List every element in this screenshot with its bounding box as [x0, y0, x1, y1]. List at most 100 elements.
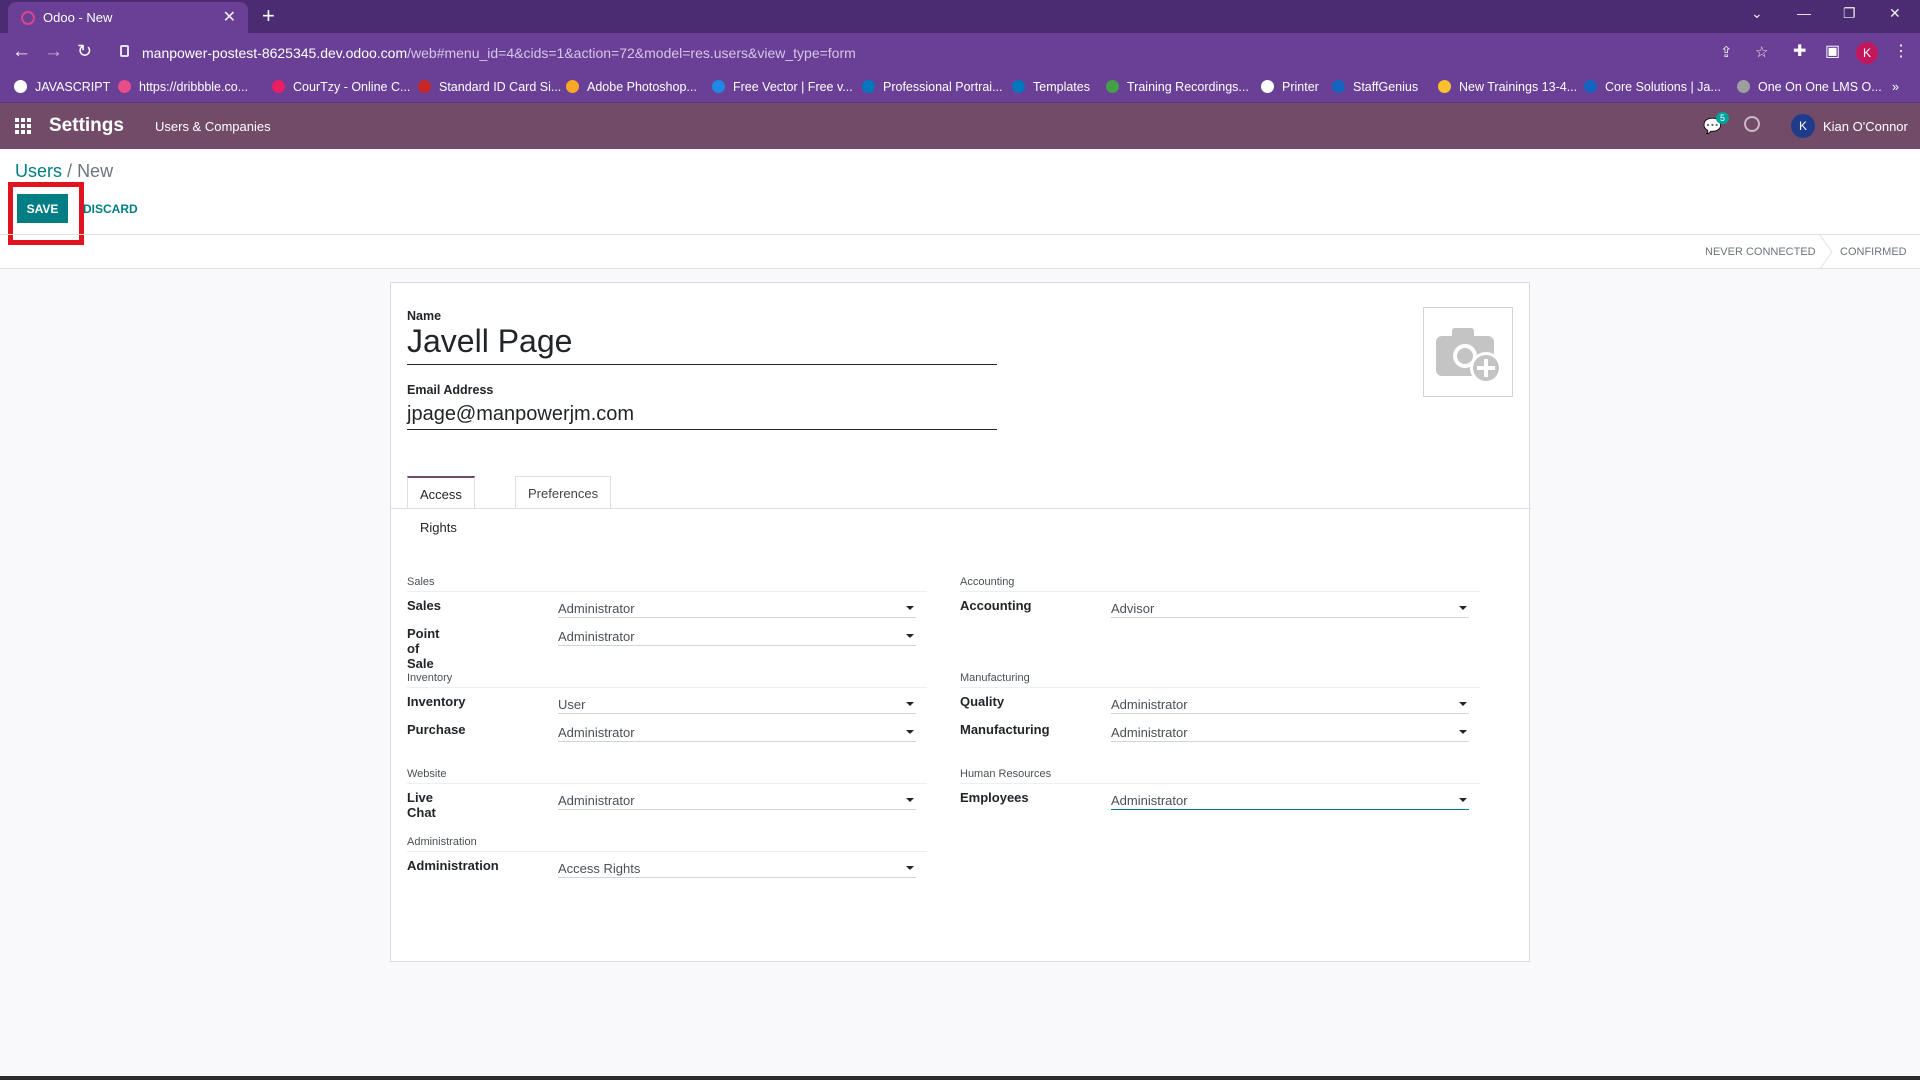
back-icon[interactable]: ← — [12, 41, 31, 63]
bookmark-label: Standard ID Card Si... — [439, 80, 562, 94]
select-value: Advisor — [1111, 601, 1155, 616]
bookmark-favicon-icon — [1261, 80, 1274, 93]
bookmark-item[interactable]: Core Solutions | Ja... — [1584, 80, 1721, 94]
pos-select[interactable]: Administrator — [558, 626, 916, 646]
bookmark-favicon-icon — [1332, 80, 1345, 93]
caret-down-icon — [906, 798, 914, 802]
bookmark-item[interactable]: Adobe Photoshop... — [566, 80, 697, 94]
caret-down-icon — [1459, 702, 1467, 706]
app-name[interactable]: Settings — [49, 115, 124, 137]
select-value: Administrator — [1111, 697, 1188, 712]
administration-select[interactable]: Access Rights — [558, 858, 916, 878]
extensions-icon[interactable]: ✚ — [1793, 41, 1806, 61]
breadcrumb: Users / New — [15, 161, 113, 182]
restore-icon[interactable]: ❐ — [1843, 5, 1856, 22]
browser-menu-icon[interactable]: ⋮ — [1893, 41, 1909, 61]
group-title: Inventory — [407, 672, 927, 688]
field-label: Employees — [960, 790, 1029, 805]
new-tab-icon[interactable]: + — [262, 3, 275, 29]
bookmark-item[interactable]: Templates — [1012, 80, 1090, 94]
bookmark-item[interactable]: https://dribbble.co... — [118, 80, 248, 94]
bookmark-favicon-icon — [14, 80, 27, 93]
discard-button[interactable]: DISCARD — [83, 202, 138, 216]
odoo-navbar: Settings Users & Companies 💬 5 K Kian O'… — [0, 103, 1920, 149]
status-never-connected[interactable]: NEVER CONNECTED — [1705, 246, 1816, 258]
select-value: Access Rights — [558, 861, 641, 876]
bookmark-item[interactable]: Standard ID Card Si... — [418, 80, 561, 94]
select-value: Administrator — [558, 601, 635, 616]
tab-search-icon[interactable]: ⌄ — [1751, 5, 1763, 22]
bookmark-item[interactable]: Training Recordings... — [1106, 80, 1249, 94]
save-button[interactable]: SAVE — [17, 194, 68, 223]
bookmark-label: One On One LMS O... — [1758, 80, 1882, 94]
tab-access-rights[interactable]: Access Rights — [407, 476, 475, 535]
profile-avatar[interactable]: K — [1856, 42, 1878, 64]
bookmark-favicon-icon — [862, 80, 875, 93]
tab-divider — [391, 508, 1531, 509]
bookmark-item[interactable]: One On One LMS O... — [1737, 80, 1882, 94]
breadcrumb-separator: / — [67, 161, 73, 181]
sales-select[interactable]: Administrator — [558, 598, 916, 618]
user-avatar[interactable]: K — [1791, 114, 1815, 138]
reload-icon[interactable]: ↻ — [77, 41, 92, 62]
group-title: Manufacturing — [960, 672, 1480, 688]
address-bar: ← → ↻ manpower-postest-8625345.dev.odoo.… — [0, 33, 1920, 73]
accounting-select[interactable]: Advisor — [1111, 598, 1469, 618]
tab-preferences[interactable]: Preferences — [515, 476, 612, 509]
menu-users-companies[interactable]: Users & Companies — [155, 119, 271, 134]
bookmarks-bar: JAVASCRIPT https://dribbble.co... CourTzy … — [0, 73, 1920, 103]
odoo-favicon-icon — [21, 11, 35, 25]
share-icon[interactable]: ⇪ — [1720, 43, 1733, 61]
url-host: manpower-postest-8625345.dev.odoo.com — [142, 45, 408, 61]
close-tab-icon[interactable]: ✕ — [223, 7, 236, 27]
bookmark-item[interactable]: Free Vector | Free v... — [712, 80, 853, 94]
apps-menu-icon[interactable] — [15, 118, 31, 134]
status-confirmed[interactable]: CONFIRMED — [1840, 246, 1907, 258]
minimize-icon[interactable]: — — [1797, 5, 1811, 21]
bookmark-item[interactable]: JAVASCRIPT — [14, 80, 110, 94]
url-field[interactable]: manpower-postest-8625345.dev.odoo.com/we… — [110, 38, 1780, 68]
bookmark-label: https://dribbble.co... — [139, 80, 249, 94]
breadcrumb-users[interactable]: Users — [15, 161, 62, 181]
quality-select[interactable]: Administrator — [1111, 694, 1469, 714]
bookmark-label: New Trainings 13-4... — [1459, 80, 1578, 94]
field-label: Manufacturing — [960, 722, 1050, 737]
email-label: Email Address — [407, 383, 494, 397]
bookmark-favicon-icon — [1106, 80, 1119, 93]
field-label: Live Chat — [407, 790, 436, 820]
bookmark-item[interactable]: CourTzy - Online C... — [272, 80, 410, 94]
status-bar: NEVER CONNECTED CONFIRMED — [0, 234, 1920, 269]
caret-down-icon — [906, 866, 914, 870]
bookmark-favicon-icon — [1584, 80, 1597, 93]
inventory-select[interactable]: User — [558, 694, 916, 714]
bookmark-item[interactable]: StaffGenius — [1332, 80, 1418, 94]
bookmark-label: Adobe Photoshop... — [587, 80, 697, 94]
field-label: Point of Sale — [407, 626, 440, 671]
live-chat-select[interactable]: Administrator — [558, 790, 916, 810]
select-value: User — [558, 697, 586, 712]
control-panel: Users / New SAVE DISCARD NEVER CONNECTED… — [0, 149, 1920, 269]
name-field[interactable]: Javell Page — [407, 323, 997, 365]
bookmark-item[interactable]: Professional Portrai... — [862, 80, 1003, 94]
avatar-upload[interactable] — [1423, 307, 1513, 397]
camera-add-icon — [1436, 328, 1502, 384]
browser-tab[interactable]: Odoo - New ✕ — [8, 2, 248, 33]
activity-clock-icon[interactable] — [1744, 116, 1760, 132]
email-field[interactable]: jpage@manpowerjm.com — [407, 403, 997, 430]
bookmark-item[interactable]: New Trainings 13-4... — [1438, 80, 1577, 94]
manufacturing-select[interactable]: Administrator — [1111, 722, 1469, 742]
close-window-icon[interactable]: ✕ — [1889, 5, 1901, 22]
select-value: Administrator — [558, 725, 635, 740]
forward-icon[interactable]: → — [44, 41, 63, 63]
purchase-select[interactable]: Administrator — [558, 722, 916, 742]
bookmark-favicon-icon — [566, 80, 579, 93]
status-chevron-icon — [1819, 235, 1833, 269]
bookmark-label: CourTzy - Online C... — [293, 80, 411, 94]
more-bookmarks-icon[interactable]: » — [1892, 80, 1899, 94]
employees-select[interactable]: Administrator — [1111, 790, 1469, 810]
bookmark-star-icon[interactable]: ☆ — [1755, 43, 1768, 61]
side-panel-icon[interactable]: ▣ — [1825, 41, 1840, 61]
user-name[interactable]: Kian O'Connor — [1823, 119, 1908, 134]
url-text[interactable]: manpower-postest-8625345.dev.odoo.com/we… — [142, 45, 856, 61]
bookmark-item[interactable]: Printer — [1261, 80, 1319, 94]
